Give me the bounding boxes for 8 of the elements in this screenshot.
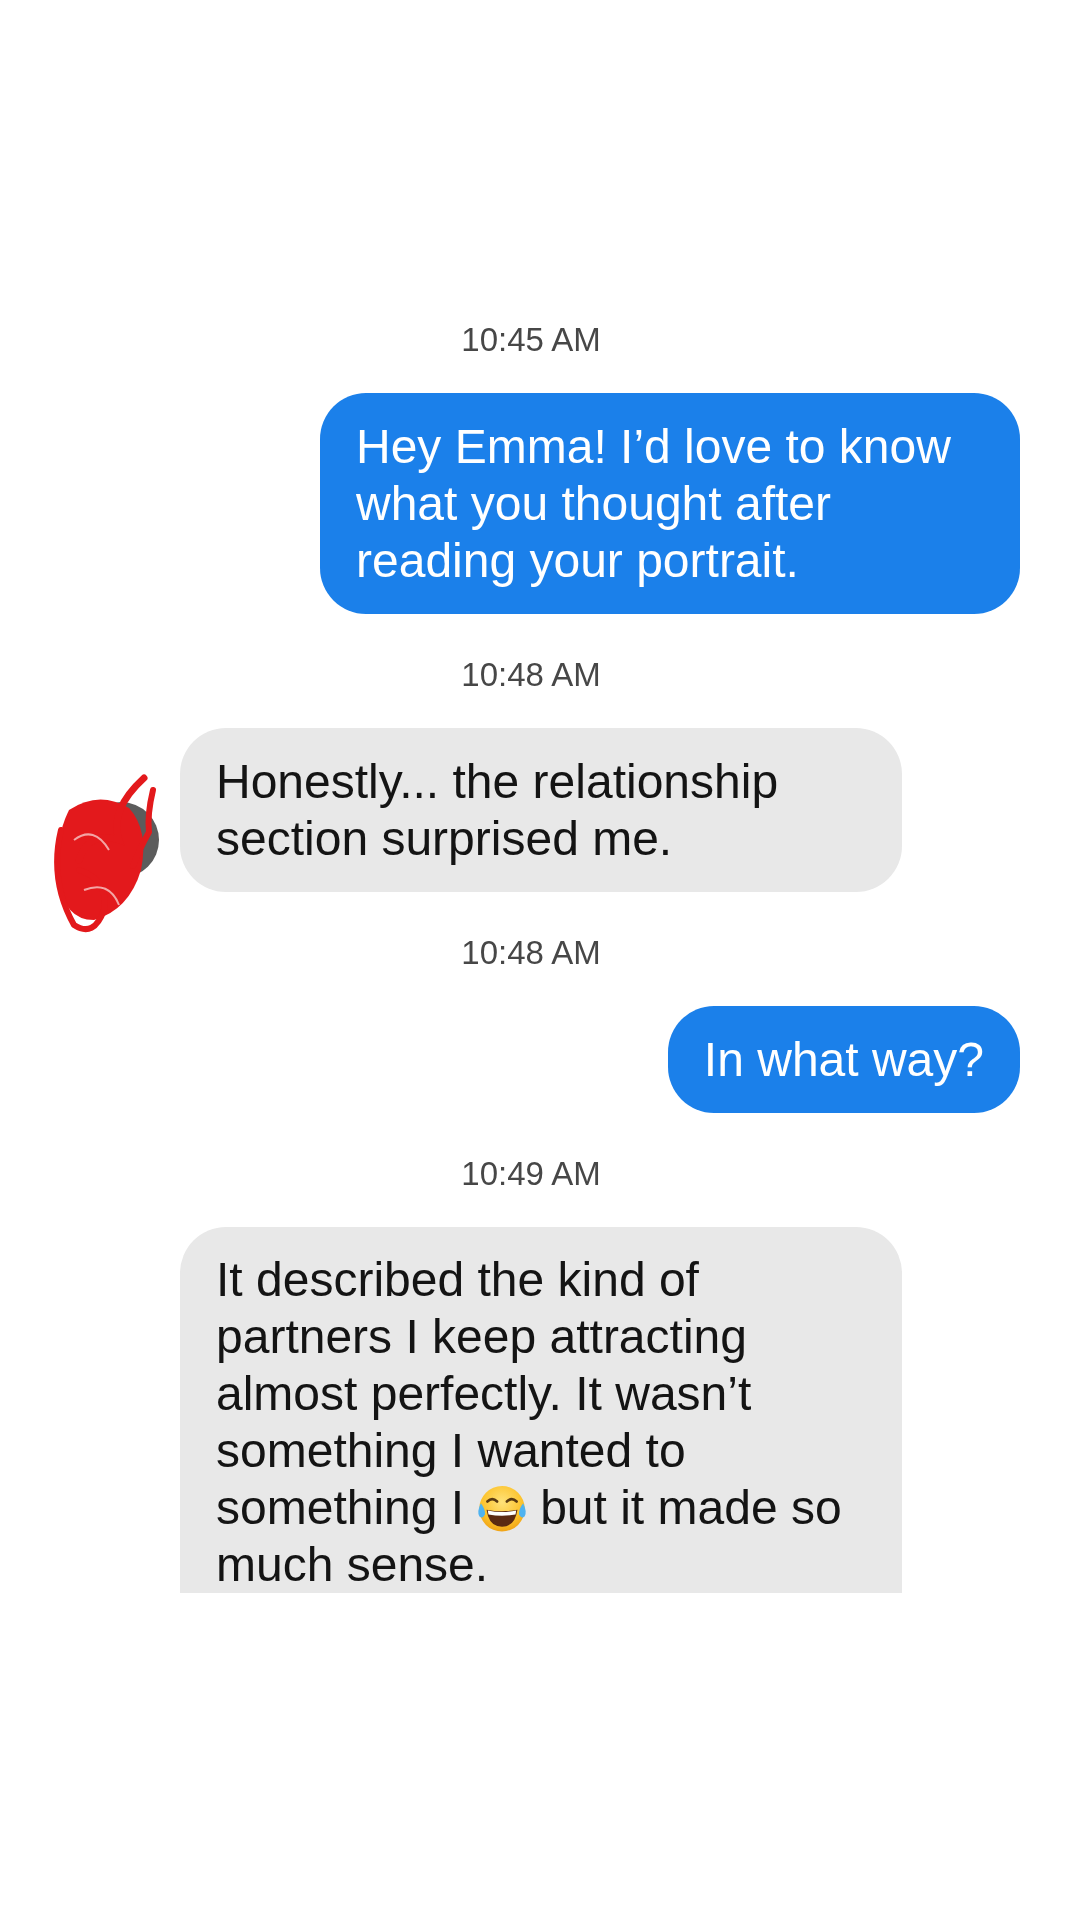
message-text: Hey Emma! I’d love to know what you thought after reading your portrait. [356, 419, 952, 589]
message-text: In what way? [703, 1032, 984, 1088]
timestamp: 10:49 AM [461, 1154, 601, 1194]
timestamp: 10:48 AM [461, 655, 601, 695]
timestamp: 10:45 AM [461, 320, 601, 360]
message-text: Honestly... the relationship section surprised me. [216, 754, 780, 867]
message-text: It described the kind of partners I keep attracting almost perfectly. It wasn’t something I wanted to something I but it made so much sense. [216, 1252, 843, 1593]
timestamp: 10:48 AM [461, 933, 601, 973]
